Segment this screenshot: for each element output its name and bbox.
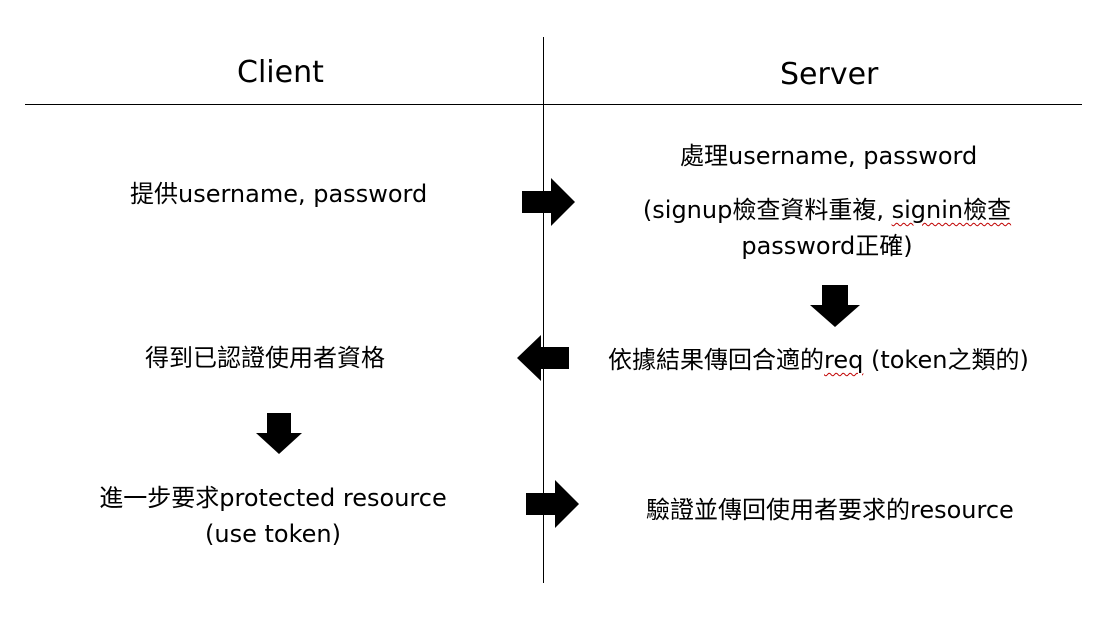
server-response: 依據結果傳回合適的req (token之類的): [608, 342, 1029, 378]
right-arrow-icon: [526, 480, 579, 528]
auth-flow-diagram: Client Server 提供username, password 得到已認證…: [0, 0, 1100, 620]
client-provide-credentials: 提供username, password: [130, 180, 428, 208]
server-return-resource: 驗證並傳回使用者要求的resource: [646, 496, 1014, 524]
server-process-title: 處理username, password: [680, 142, 978, 170]
down-arrow-icon: [810, 285, 860, 327]
server-header: Server: [780, 57, 879, 92]
server-response-req: req: [824, 346, 864, 374]
server-process-detail-line2: password正確): [741, 232, 913, 260]
client-request-line2: (use token): [205, 520, 341, 548]
client-gain-qualification: 得到已認證使用者資格: [145, 344, 385, 372]
server-response-part1: 依據結果傳回合適的: [608, 346, 824, 374]
server-response-part3: (token之類的): [863, 346, 1029, 374]
header-divider: [25, 104, 1082, 105]
left-arrow-icon: [517, 335, 569, 381]
client-request-line1: 進一步要求protected resource: [99, 484, 447, 512]
server-detail-signup: (signup檢查資料重複,: [642, 196, 892, 224]
client-request-resource: 進一步要求protected resource (use token): [95, 480, 451, 552]
server-detail-signin: signin檢查: [891, 196, 1012, 224]
right-arrow-icon: [522, 178, 575, 226]
client-header: Client: [237, 55, 324, 90]
server-process-detail-line1: (signup檢查資料重複, signin檢查: [638, 192, 1016, 228]
down-arrow-icon: [256, 413, 302, 454]
server-process-detail: (signup檢查資料重複, signin檢查 password正確): [638, 192, 1016, 264]
